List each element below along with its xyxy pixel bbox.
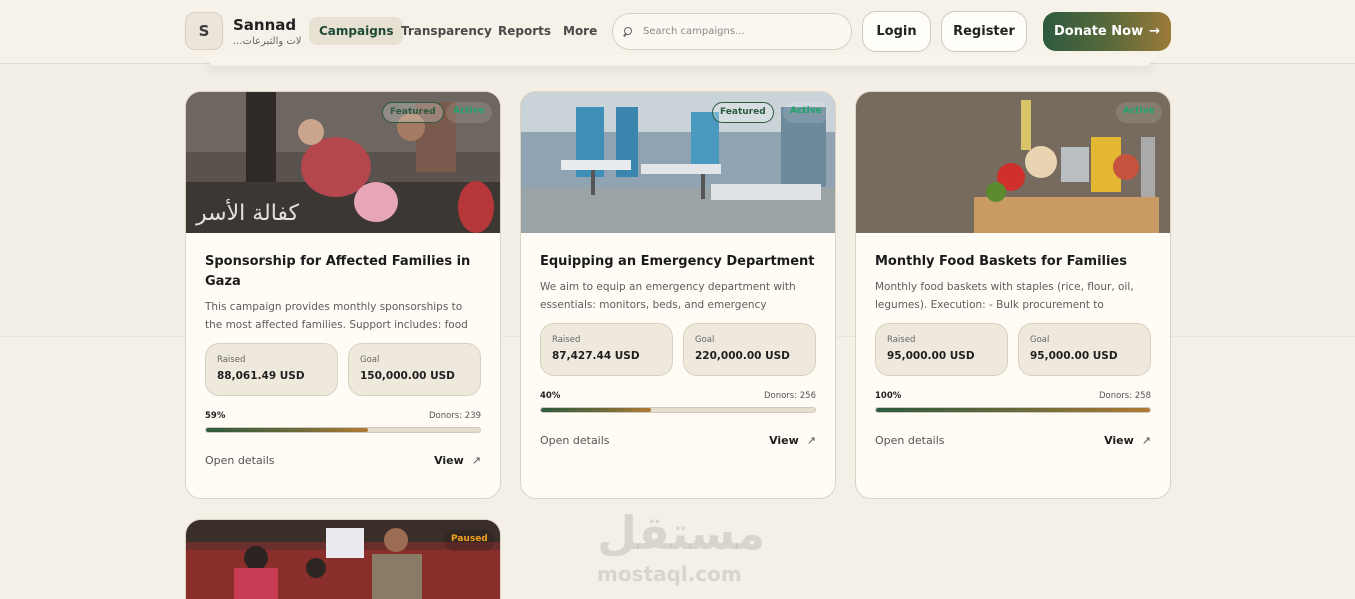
progress-bar: [205, 427, 481, 433]
raised-label: Raised: [217, 355, 246, 365]
nav-transparency[interactable]: Transparency: [401, 17, 492, 45]
progress-percent: 59%: [205, 411, 226, 421]
campaign-title[interactable]: Equipping an Emergency Department: [540, 252, 816, 272]
raised-box: Raised 87,427.44 USD: [540, 323, 673, 376]
campaign-image-emergency: Featured Active: [521, 92, 835, 233]
donate-now-button[interactable]: Donate Now →: [1043, 12, 1171, 51]
status-badge: Active: [446, 102, 492, 123]
external-arrow-icon: ↗: [471, 454, 481, 467]
status-badge: Active: [783, 102, 829, 123]
progress-fill: [876, 408, 1150, 412]
arrow-right-icon: →: [1149, 24, 1161, 39]
donors-count: Donors: 239: [428, 411, 481, 421]
view-label: View: [1104, 434, 1134, 447]
featured-badge: Featured: [382, 102, 444, 123]
open-details-link[interactable]: Open details: [205, 454, 275, 467]
view-label: View: [434, 454, 464, 467]
watermark-arabic: مستقل: [597, 506, 766, 560]
search-icon: [623, 26, 633, 37]
donors-count: Donors: 258: [1098, 391, 1151, 401]
campaign-image-market: Paused: [186, 520, 500, 599]
external-arrow-icon: ↗: [1141, 434, 1151, 447]
progress-bar: [875, 407, 1151, 413]
campaign-description: We aim to equip an emergency department …: [540, 281, 796, 311]
register-button[interactable]: Register: [941, 11, 1027, 52]
campaign-image-families: كفالة الأسر Featured Active: [186, 92, 500, 233]
goal-label: Goal: [360, 355, 380, 365]
brand-subtitle: ...لات والتبرعات: [233, 36, 302, 47]
open-details-link[interactable]: Open details: [875, 434, 945, 447]
status-badge: Active: [1116, 102, 1162, 123]
status-badge: Paused: [444, 530, 495, 551]
login-button[interactable]: Login: [862, 11, 931, 52]
campaign-image-food: Active: [856, 92, 1170, 233]
view-label: View: [769, 434, 799, 447]
campaign-card[interactable]: Paused: [185, 519, 501, 599]
nav-campaigns[interactable]: Campaigns: [309, 17, 404, 45]
open-details-link[interactable]: Open details: [540, 434, 610, 447]
progress-percent: 40%: [540, 391, 561, 401]
goal-box: Goal 95,000.00 USD: [1018, 323, 1151, 376]
campaign-card[interactable]: كفالة الأسر Featured Active Sponsorship …: [185, 91, 501, 499]
search-box[interactable]: [612, 13, 852, 50]
watermark-latin: mostaql.com: [597, 562, 742, 586]
brand-logo[interactable]: S: [185, 12, 223, 50]
raised-box: Raised 88,061.49 USD: [205, 343, 338, 396]
donate-label: Donate Now: [1053, 24, 1144, 39]
progress-bar: [540, 407, 816, 413]
view-link[interactable]: View ↗: [434, 454, 481, 467]
image-overlay-text: كفالة الأسر: [195, 199, 300, 226]
raised-box: Raised 95,000.00 USD: [875, 323, 1008, 376]
goal-label: Goal: [1030, 335, 1050, 345]
progress-fill: [541, 408, 651, 412]
search-input[interactable]: [643, 26, 843, 37]
featured-badge: Featured: [712, 102, 774, 123]
brand-name[interactable]: Sannad: [233, 16, 296, 34]
raised-label: Raised: [552, 335, 581, 345]
goal-value: 150,000.00 USD: [360, 370, 455, 382]
goal-label: Goal: [695, 335, 715, 345]
view-link[interactable]: View ↗: [769, 434, 816, 447]
raised-value: 87,427.44 USD: [552, 350, 640, 362]
campaign-description: This campaign provides monthly sponsorsh…: [205, 301, 468, 331]
nav-reports[interactable]: Reports: [498, 17, 551, 45]
raised-label: Raised: [887, 335, 916, 345]
nav-more[interactable]: More: [563, 17, 597, 45]
goal-value: 220,000.00 USD: [695, 350, 790, 362]
campaign-title[interactable]: Monthly Food Baskets for Families: [875, 252, 1151, 272]
campaign-title[interactable]: Sponsorship for Affected Families in Gaz…: [205, 252, 481, 292]
campaign-card[interactable]: Active Monthly Food Baskets for Families…: [855, 91, 1171, 499]
progress-fill: [206, 428, 368, 432]
donors-count: Donors: 256: [763, 391, 816, 401]
campaign-card[interactable]: Featured Active Equipping an Emergency D…: [520, 91, 836, 499]
progress-percent: 100%: [875, 391, 902, 401]
campaign-description: Monthly food baskets with staples (rice,…: [875, 281, 1134, 311]
raised-value: 95,000.00 USD: [887, 350, 975, 362]
view-link[interactable]: View ↗: [1104, 434, 1151, 447]
goal-box: Goal 220,000.00 USD: [683, 323, 816, 376]
goal-value: 95,000.00 USD: [1030, 350, 1118, 362]
header-shadow-strip: [205, 54, 1155, 66]
raised-value: 88,061.49 USD: [217, 370, 305, 382]
goal-box: Goal 150,000.00 USD: [348, 343, 481, 396]
external-arrow-icon: ↗: [806, 434, 816, 447]
